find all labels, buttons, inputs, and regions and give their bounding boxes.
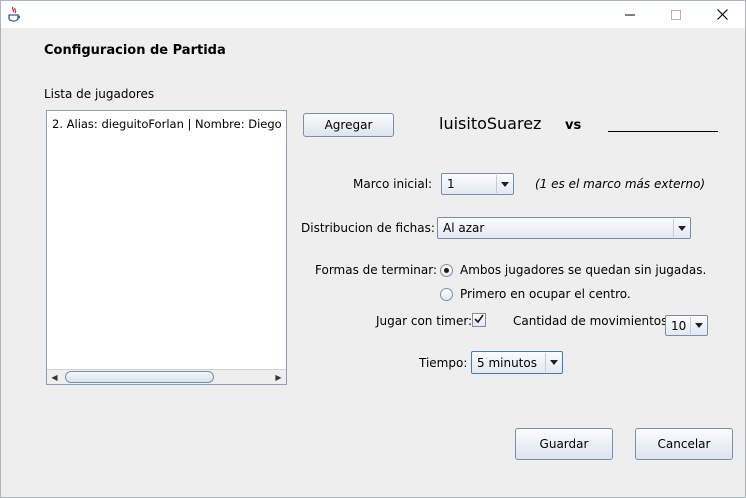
chevron-down-icon[interactable] <box>690 317 706 334</box>
tiempo-select[interactable]: 5 minutos <box>471 351 563 374</box>
page-title: Configuracion de Partida <box>44 43 226 58</box>
radio-ocupar-centro[interactable] <box>440 288 453 301</box>
player-two-slot <box>608 131 718 132</box>
scrollbar-thumb[interactable] <box>65 371 214 383</box>
main-panel: Configuracion de Partida Lista de jugado… <box>1 28 745 497</box>
minimize-icon <box>625 10 635 20</box>
distribucion-select[interactable]: Al azar <box>437 217 691 239</box>
marco-label: Marco inicial: <box>353 177 433 191</box>
cancel-button[interactable]: Cancelar <box>635 428 733 460</box>
minimize-button[interactable] <box>607 1 653 28</box>
chevron-down-icon[interactable] <box>545 353 561 372</box>
close-button[interactable] <box>699 1 745 28</box>
timer-checkbox[interactable] <box>472 313 486 327</box>
java-app-icon <box>7 6 21 22</box>
tiempo-value: 5 minutos <box>477 355 537 370</box>
marco-value: 1 <box>447 177 455 191</box>
cantidad-label: Cantidad de movimientos: <box>513 314 672 328</box>
config-window: Configuracion de Partida Lista de jugado… <box>0 0 746 498</box>
tiempo-label: Tiempo: <box>419 356 468 370</box>
cantidad-select[interactable]: 10 <box>665 315 708 336</box>
close-icon <box>716 9 728 20</box>
distribucion-value: Al azar <box>443 221 485 235</box>
maximize-icon <box>671 9 681 20</box>
title-bar <box>1 1 745 28</box>
players-list[interactable]: 2. Alias: dieguitoForlan | Nombre: Diego… <box>46 110 287 385</box>
radio-ambos-label[interactable]: Ambos jugadores se quedan sin jugadas. <box>460 263 706 277</box>
chevron-down-icon[interactable] <box>496 175 512 193</box>
scroll-left-arrow-icon[interactable]: ◀ <box>47 370 62 384</box>
chevron-down-icon[interactable] <box>673 219 689 237</box>
radio-centro-label[interactable]: Primero en ocupar el centro. <box>460 287 631 301</box>
maximize-button[interactable] <box>653 1 699 28</box>
distribucion-label: Distribucion de fichas: <box>301 221 435 235</box>
check-icon <box>474 313 484 327</box>
player-one-name: luisitoSuarez <box>439 114 542 133</box>
formas-label: Formas de terminar: <box>315 263 438 277</box>
players-list-label: Lista de jugadores <box>44 87 155 101</box>
horizontal-scrollbar[interactable]: ◀ ▶ <box>47 369 286 384</box>
list-item[interactable]: 2. Alias: dieguitoForlan | Nombre: Diego… <box>52 117 286 131</box>
scroll-right-arrow-icon[interactable]: ▶ <box>271 370 286 384</box>
timer-label: Jugar con timer: <box>376 314 473 328</box>
marco-select[interactable]: 1 <box>441 173 514 195</box>
vs-label: vs <box>565 118 582 133</box>
marco-note: (1 es el marco más externo) <box>535 177 706 191</box>
cantidad-value: 10 <box>671 318 687 333</box>
add-player-button[interactable]: Agregar <box>303 113 394 137</box>
radio-ambos-sin-jugadas[interactable] <box>440 264 453 277</box>
save-button[interactable]: Guardar <box>515 428 613 460</box>
